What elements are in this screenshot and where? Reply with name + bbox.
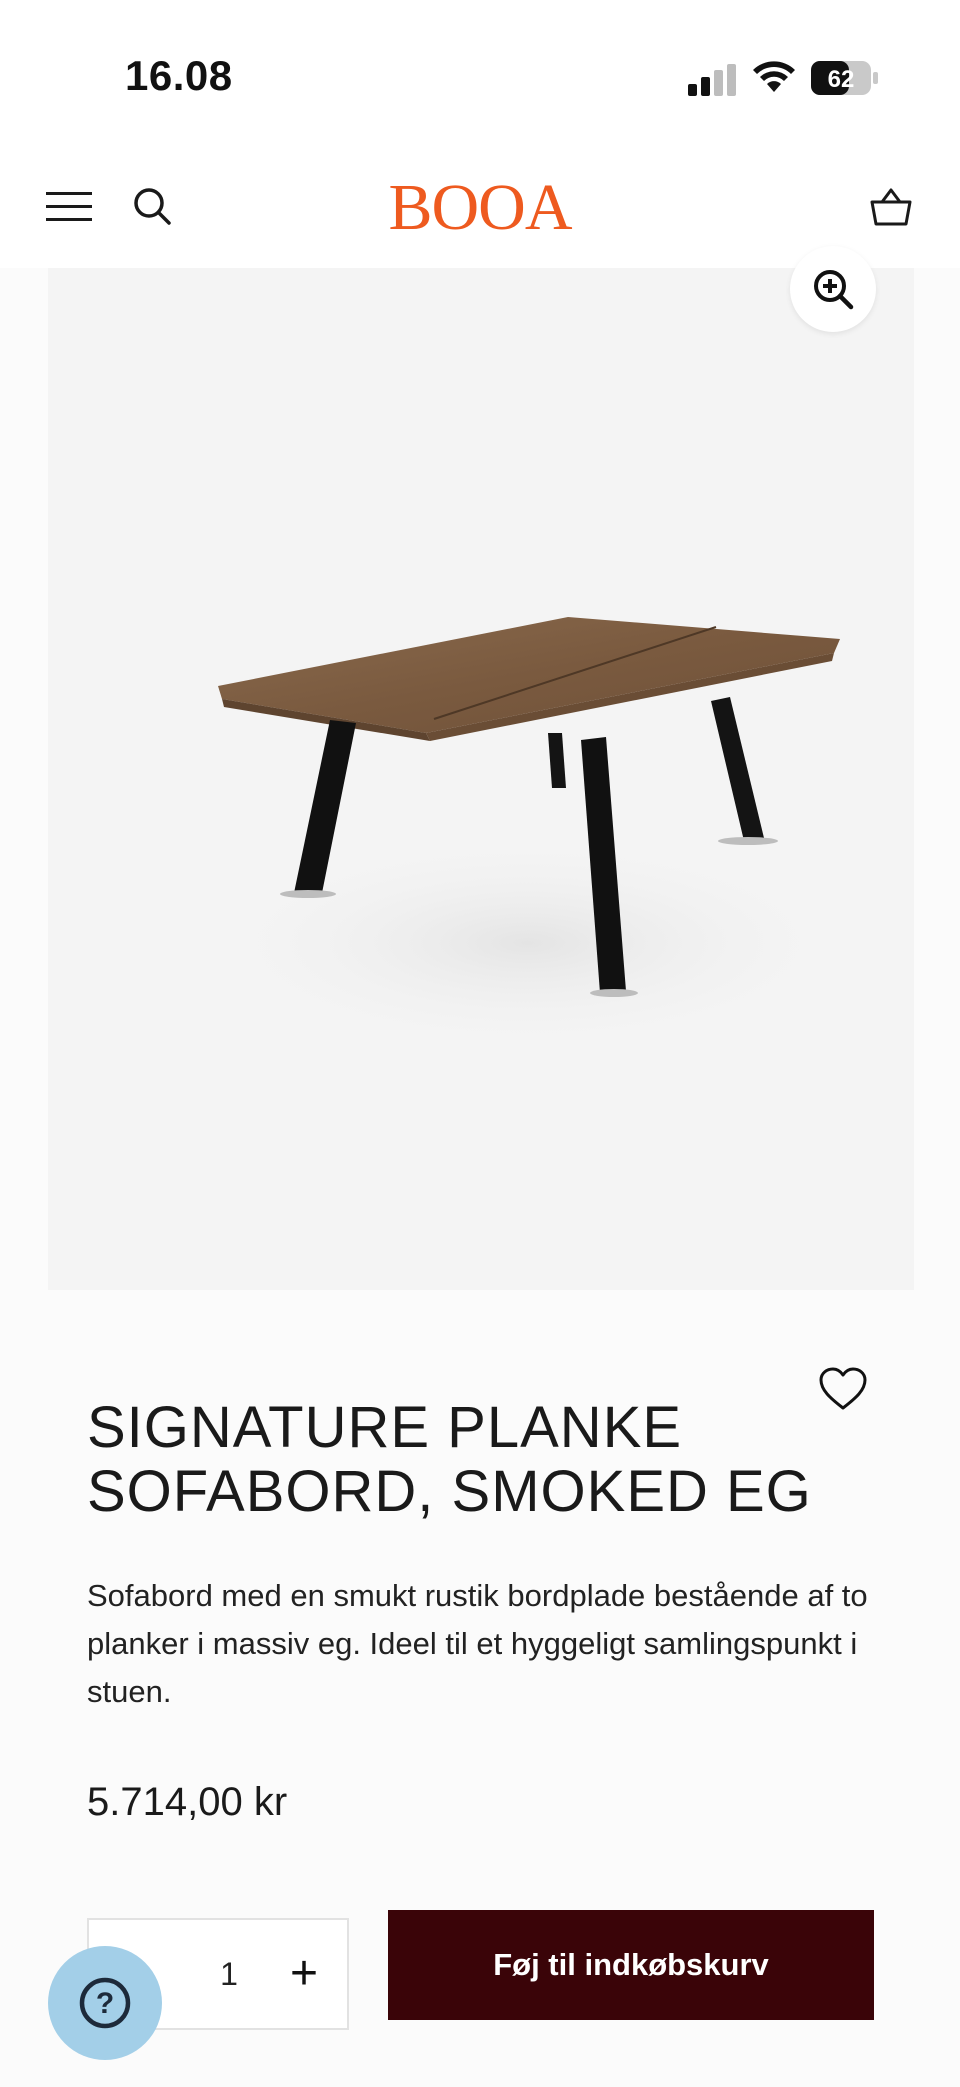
status-time: 16.08 <box>125 52 233 99</box>
product-price: 5.714,00 kr <box>87 1780 288 1824</box>
help-button[interactable]: ? <box>48 1946 162 2060</box>
help-icon: ? <box>79 1977 131 2029</box>
increase-quantity-button[interactable]: + <box>269 1920 339 2028</box>
coffee-table-image <box>198 617 858 1053</box>
battery-level: 62 <box>828 66 855 93</box>
add-to-cart-button[interactable]: Føj til indkøbskurv <box>388 1910 874 2020</box>
help-label: ? <box>96 1987 114 2020</box>
product-title-line2: SOFABORD, SMOKED EG <box>87 1459 812 1524</box>
product-title: SIGNATURE PLANKE SOFABORD, SMOKED EG <box>87 1396 847 1524</box>
signal-icon <box>688 64 736 96</box>
status-bar: 16.08 62 <box>0 0 960 150</box>
product-title-line1: SIGNATURE PLANKE <box>87 1395 683 1460</box>
search-icon[interactable] <box>132 186 172 226</box>
wifi-icon <box>753 61 795 92</box>
battery-icon: 62 <box>811 61 878 95</box>
brand-logo[interactable]: BOOA <box>370 170 590 246</box>
zoom-button[interactable] <box>790 246 876 332</box>
menu-icon[interactable] <box>46 190 92 224</box>
quantity-input[interactable]: 1 <box>209 1920 249 2028</box>
zoom-in-icon <box>814 270 854 310</box>
product-image[interactable] <box>48 268 914 1290</box>
product-description: Sofabord med en smukt rustik bordplade b… <box>87 1578 868 1709</box>
basket-icon[interactable] <box>868 184 914 230</box>
